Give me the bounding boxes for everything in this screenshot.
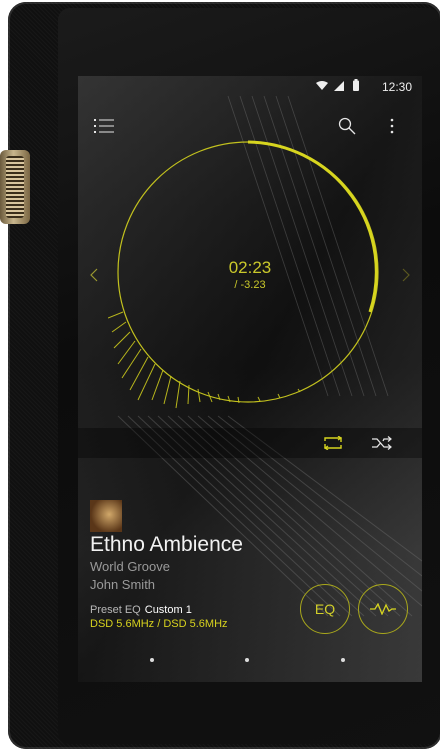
page-dot[interactable]	[150, 658, 154, 662]
volume-knob[interactable]	[0, 150, 30, 224]
preset-eq-label: Preset EQ	[90, 604, 141, 616]
album-art[interactable]	[90, 500, 122, 532]
waveform-button[interactable]	[358, 584, 408, 634]
repeat-icon[interactable]	[322, 436, 344, 450]
preset-eq-value: Custom 1	[144, 604, 192, 616]
previous-arrow-icon[interactable]	[90, 268, 98, 282]
page-dot[interactable]	[245, 658, 249, 662]
elapsed-time: 02:23	[228, 258, 272, 277]
status-bar: 12:30	[78, 76, 422, 96]
wifi-icon	[316, 81, 328, 90]
shuffle-icon[interactable]	[372, 436, 392, 450]
eq-button[interactable]: EQ	[300, 584, 350, 634]
album-name: World Groove	[90, 559, 170, 574]
page-indicator	[78, 658, 422, 664]
remaining-time: / -3.23	[234, 279, 266, 291]
status-time: 12:30	[381, 80, 412, 94]
spectrum-bars	[108, 311, 301, 409]
next-arrow-icon[interactable]	[402, 268, 410, 282]
player-screen: 12:30 02:23 / -3.23 Ethno Ambience World…	[78, 76, 422, 682]
page-dot[interactable]	[341, 658, 345, 662]
more-vert-icon[interactable]	[389, 118, 395, 134]
battery-icon	[353, 79, 359, 91]
waveform-icon	[370, 603, 396, 615]
track-title: Ethno Ambience	[90, 533, 243, 556]
cellular-icon	[334, 81, 344, 91]
artist-name: John Smith	[90, 577, 156, 592]
eq-button-label: EQ	[314, 601, 336, 617]
